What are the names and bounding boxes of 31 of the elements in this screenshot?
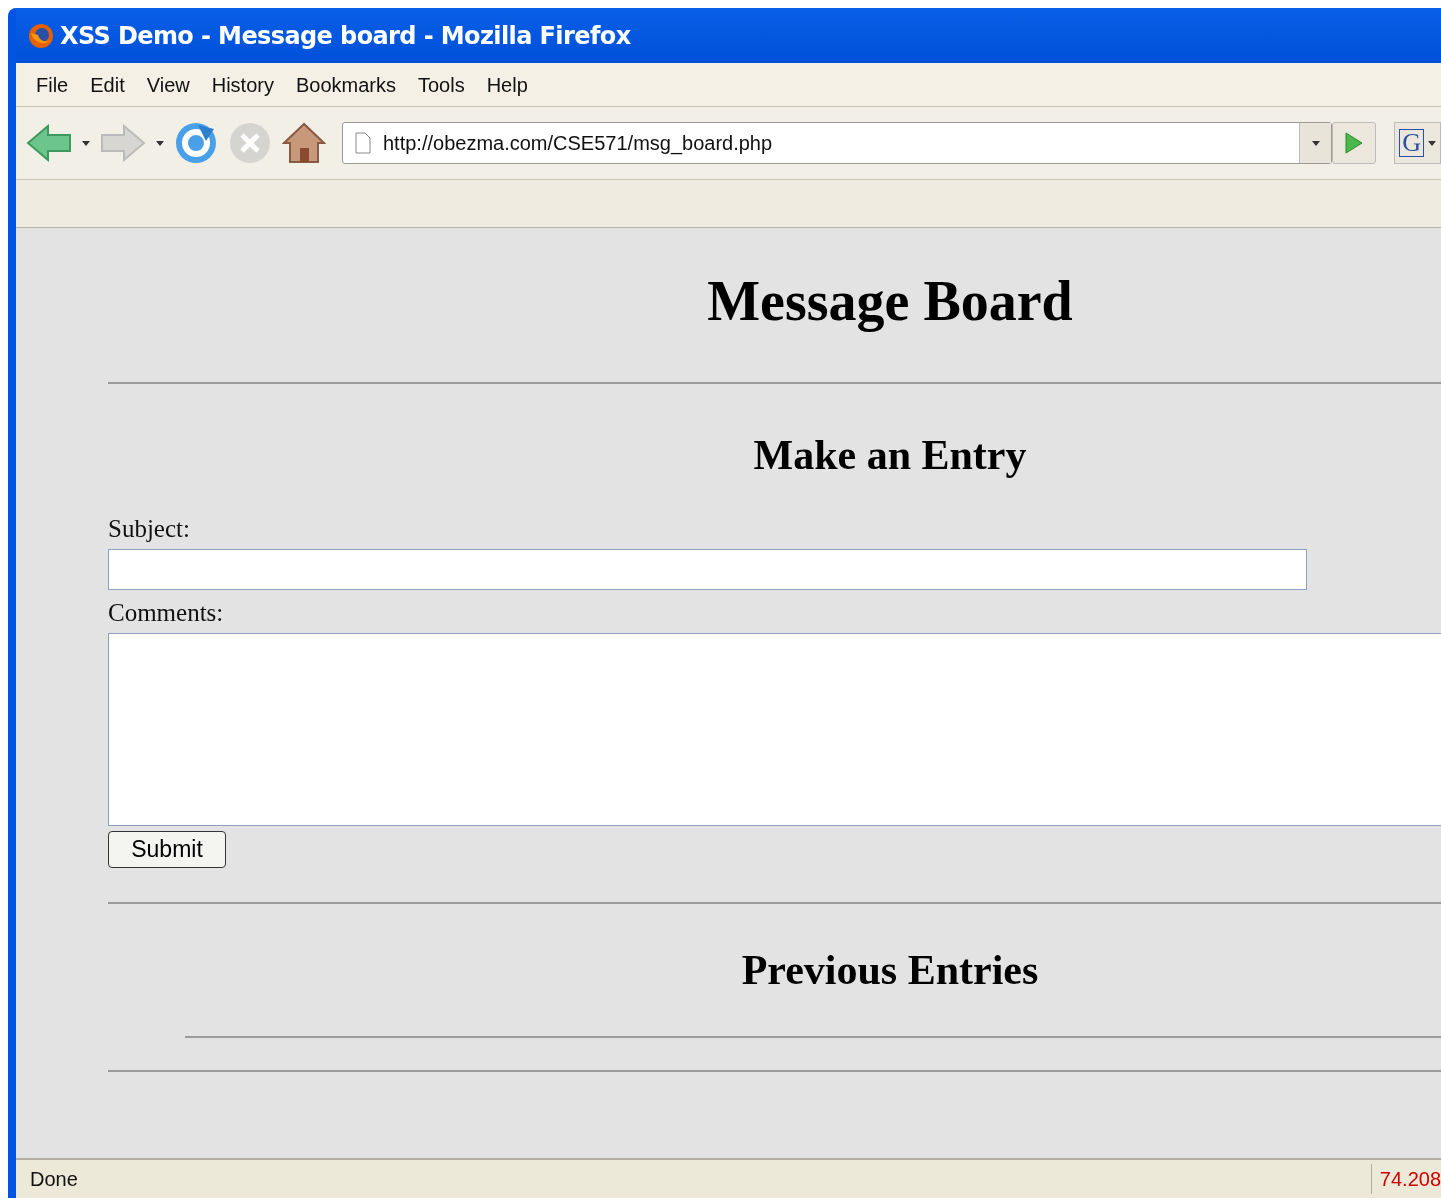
reload-icon[interactable] [174,121,218,165]
server-address-text: 74.208 [1370,1164,1441,1194]
go-button[interactable] [1332,122,1377,164]
menu-item[interactable]: Tools [409,69,473,100]
section-heading: Previous Entries [740,949,1040,991]
subject-label: Subject: [108,516,190,541]
window-title: XSS Demo - Message board - Mozilla Firefox [60,20,631,52]
subject-input-field[interactable] [108,549,1307,590]
status-text: Done [29,1167,79,1192]
back-arrow-icon[interactable] [26,124,72,162]
menu-item[interactable]: File [28,69,77,100]
menu-item[interactable]: Bookmarks [287,69,404,100]
home-icon[interactable] [282,121,326,165]
caret-icon[interactable] [156,140,164,146]
menu-item[interactable]: Edit [82,69,133,100]
menu-item[interactable]: View [138,69,198,100]
comments-input-field[interactable] [108,633,1441,826]
caret-icon[interactable] [1311,140,1320,146]
section-heading: Make an Entry [752,434,1028,476]
comments-label: Comments: [108,600,224,625]
submit-button[interactable]: Submit [108,831,226,868]
firefox-logo-icon [28,22,54,49]
address-bar[interactable]: http://obezma.com/CSE571/msg_board.php [342,122,1333,164]
caret-icon[interactable] [1428,140,1436,146]
caret-icon[interactable] [82,140,90,146]
menu-item[interactable]: History [203,69,282,100]
page-icon [355,132,371,154]
search-engine-button[interactable]: G [1394,122,1441,164]
url-text: http://obezma.com/CSE571/msg_board.php [383,131,774,157]
menu-item[interactable]: Help [478,69,536,100]
play-icon [1344,131,1365,155]
